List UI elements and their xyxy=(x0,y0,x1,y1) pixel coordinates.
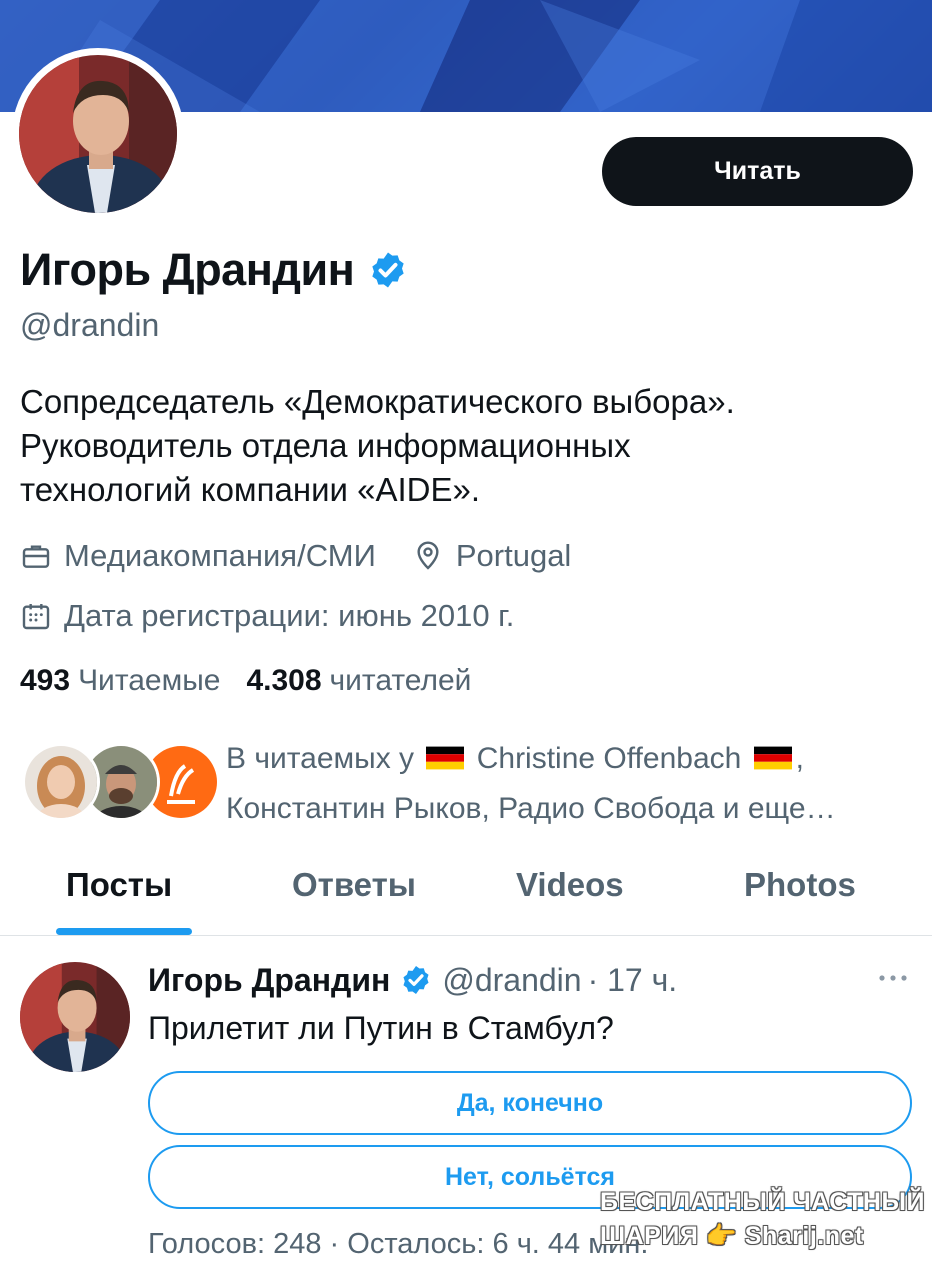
followed-by-line: В читаемых у Christine Offenbach , xyxy=(226,734,916,784)
followed-by-text[interactable]: В читаемых у Christine Offenbach , Конст… xyxy=(226,734,916,834)
post-author-name[interactable]: Игорь Драндин xyxy=(148,962,390,999)
following-link[interactable]: 493 Читаемые xyxy=(20,664,220,698)
profile-meta-row: Медиакомпания/СМИ Portugal xyxy=(20,538,571,574)
bio-line: Руководитель отдела информационных xyxy=(20,427,631,464)
verified-badge-icon[interactable] xyxy=(368,250,408,290)
profile-avatar[interactable] xyxy=(12,48,184,220)
profile-name: Игорь Драндин xyxy=(20,244,355,295)
following-label: Читаемые xyxy=(78,664,221,697)
profile-name-row: Игорь Драндин xyxy=(20,240,408,300)
watermark-line: БЕСПЛАТНЫЙ ЧАСТНЫЙ xyxy=(600,1188,925,1216)
bio-line: Сопредседатель «Демократического выбора»… xyxy=(20,383,735,420)
profile-handle: @drandin xyxy=(20,307,160,343)
bio-line: технологий компании «AIDE». xyxy=(20,471,481,508)
profile-joined-row: Дата регистрации: июнь 2010 г. xyxy=(20,598,514,634)
calendar-icon xyxy=(22,604,50,630)
following-count: 493 xyxy=(20,664,71,697)
followed-by-comma: , xyxy=(795,742,805,775)
tab-posts[interactable]: Посты xyxy=(66,866,172,904)
tab-replies[interactable]: Ответы xyxy=(292,866,416,904)
germany-flag-icon xyxy=(426,746,465,770)
post-timestamp[interactable]: · 17 ч. xyxy=(588,962,678,999)
followed-by-name: Christine Offenbach xyxy=(476,742,742,775)
post-author-avatar[interactable] xyxy=(20,962,130,1072)
tab-photos[interactable]: Photos xyxy=(744,866,856,904)
post-author-handle[interactable]: @drandin xyxy=(442,962,581,999)
followed-by-avatars[interactable] xyxy=(22,743,220,823)
location-pin-icon xyxy=(417,541,439,570)
followers-count: 4.308 xyxy=(246,664,322,697)
poll-option-yes[interactable]: Да, конечно xyxy=(148,1071,912,1135)
watermark: БЕСПЛАТНЫЙ ЧАСТНЫЙ ШАРИЯ 👉 Sharij.net xyxy=(598,1186,924,1258)
poll-footer: Голосов: 248 · Осталось: 6 ч. 44 мин. xyxy=(148,1228,649,1260)
followers-label: читателей xyxy=(329,664,472,697)
post-text: Прилетит ли Путин в Стамбул? xyxy=(148,1010,614,1046)
follow-button[interactable]: Читать xyxy=(602,137,913,206)
active-tab-indicator xyxy=(56,928,192,935)
verified-badge-icon xyxy=(403,966,429,994)
profile-bio: Сопредседатель «Демократического выбора»… xyxy=(20,380,920,512)
followed-by-prefix: В читаемых у xyxy=(226,742,415,775)
avatar xyxy=(22,743,100,821)
profile-joined: Дата регистрации: июнь 2010 г. xyxy=(64,598,515,633)
more-dots-icon[interactable] xyxy=(876,968,910,988)
briefcase-icon xyxy=(22,545,50,568)
germany-flag-icon xyxy=(753,746,792,770)
followers-link[interactable]: 4.308 читателей xyxy=(246,664,471,698)
profile-stats: 493 Читаемые 4.308 читателей xyxy=(20,664,471,698)
post-header: Игорь Драндин @drandin · 17 ч. xyxy=(148,958,677,1002)
avatar-photo xyxy=(19,55,177,213)
profile-tabs: Посты Ответы Videos Photos xyxy=(0,848,932,936)
profile-location: Portugal xyxy=(455,538,572,573)
followed-by-line: Константин Рыков, Радио Свобода и еще… xyxy=(226,792,836,825)
watermark-line: ШАРИЯ 👉 Sharij.net xyxy=(600,1222,864,1250)
tab-videos[interactable]: Videos xyxy=(516,866,624,904)
profile-category: Медиакомпания/СМИ xyxy=(64,538,376,573)
